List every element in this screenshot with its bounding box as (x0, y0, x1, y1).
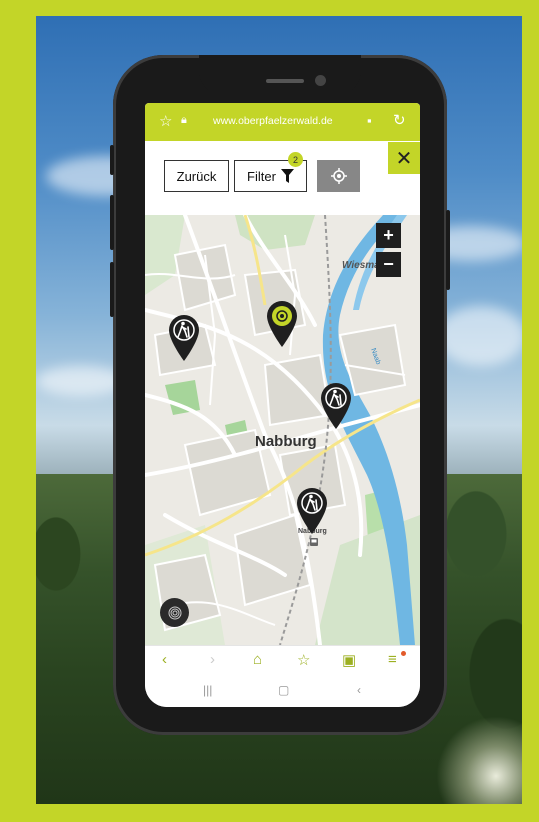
fingerprint-button[interactable] (160, 598, 189, 627)
map-toolbar: Zurück Filter 2 ✕ (145, 141, 420, 215)
url-text[interactable]: www.oberpfaelzerwald.de (213, 115, 333, 127)
hiking-marker-icon[interactable] (297, 488, 327, 534)
menu-icon[interactable]: ≡ (388, 651, 397, 668)
bookmark-star-icon[interactable]: ☆ (159, 112, 172, 130)
town-label: Nabburg (255, 433, 317, 450)
locate-me-button[interactable] (317, 160, 360, 192)
close-button[interactable]: ✕ (388, 142, 420, 174)
phone-side-button (110, 262, 114, 317)
browser-bottom-nav: ‹ › ⌂ ☆ ▣ ≡ (145, 645, 420, 676)
notification-dot-icon (401, 651, 406, 656)
hiking-marker-icon[interactable] (321, 383, 351, 429)
recent-apps-icon[interactable]: ||| (203, 683, 212, 697)
map-view[interactable]: Nabburg Wiesma Naab Nabburg (145, 215, 420, 645)
phone-camera (315, 75, 326, 86)
reload-icon[interactable]: ↻ (393, 111, 406, 129)
back-arrow-icon[interactable]: ‹ (162, 651, 167, 668)
filter-count-badge: 2 (288, 152, 303, 167)
tabs-icon[interactable]: ▪ (367, 113, 372, 128)
zoom-out-button[interactable]: − (376, 252, 401, 277)
zoom-in-button[interactable]: + (376, 223, 401, 248)
phone-speaker (266, 79, 304, 83)
hiking-marker-icon[interactable] (169, 315, 199, 361)
river-label: Wiesma (342, 260, 380, 271)
train-station-icon (310, 538, 318, 546)
system-back-icon[interactable]: ‹ (357, 683, 361, 697)
phone-power-button (446, 210, 450, 290)
home-icon[interactable]: ⌂ (253, 651, 262, 668)
home-circle-icon[interactable]: ▢ (278, 683, 289, 697)
system-nav-bar: ||| ▢ ‹ (145, 675, 420, 707)
phone-screen: ☆ 🔒︎ www.oberpfaelzerwald.de ▪ ↻ Zurück … (145, 103, 420, 707)
back-button-label: Zurück (176, 168, 217, 184)
lock-icon: 🔒︎ (181, 114, 187, 126)
phone-notch (199, 55, 361, 95)
browser-url-bar: ☆ 🔒︎ www.oberpfaelzerwald.de ▪ ↻ (145, 103, 420, 141)
close-icon: ✕ (395, 147, 413, 170)
poi-marker-icon[interactable] (267, 301, 297, 347)
crosshair-icon (330, 168, 347, 184)
phone-side-button (110, 195, 114, 250)
tabs-overview-icon[interactable]: ▣ (342, 651, 356, 669)
filter-button-label: Filter (247, 168, 276, 184)
fingerprint-icon (168, 606, 181, 619)
bookmark-icon[interactable]: ☆ (297, 651, 310, 669)
forward-arrow-icon[interactable]: › (210, 651, 215, 668)
funnel-icon (280, 169, 294, 183)
map-tiles (145, 215, 420, 645)
phone-side-button (110, 145, 114, 175)
back-button[interactable]: Zurück (164, 160, 229, 192)
